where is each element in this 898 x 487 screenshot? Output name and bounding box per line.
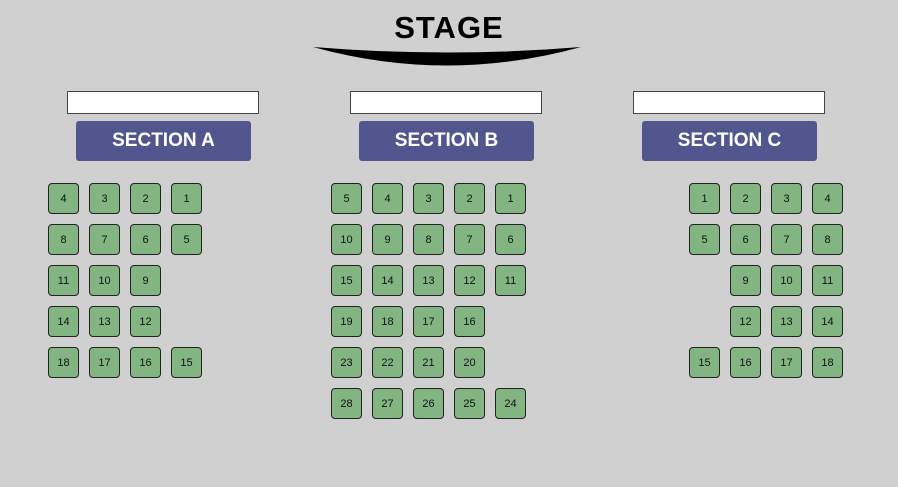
seat-a-18[interactable]: 18 xyxy=(48,347,79,378)
seat-b-5[interactable]: 5 xyxy=(331,183,362,214)
seat-b-28[interactable]: 28 xyxy=(331,388,362,419)
seat-b-21[interactable]: 21 xyxy=(413,347,444,378)
seat-a-17[interactable]: 17 xyxy=(89,347,120,378)
seat-b-22[interactable]: 22 xyxy=(372,347,403,378)
section-c-input[interactable] xyxy=(633,91,825,114)
seat-b-3[interactable]: 3 xyxy=(413,183,444,214)
seat-b-17[interactable]: 17 xyxy=(413,306,444,337)
seat-a-11[interactable]: 11 xyxy=(48,265,79,296)
seat-b-19[interactable]: 19 xyxy=(331,306,362,337)
seat-b-11[interactable]: 11 xyxy=(495,265,526,296)
stage-label: STAGE xyxy=(394,10,504,45)
seat-a-14[interactable]: 14 xyxy=(48,306,79,337)
seat-b-18[interactable]: 18 xyxy=(372,306,403,337)
seat-c-11[interactable]: 11 xyxy=(812,265,843,296)
seat-b-6[interactable]: 6 xyxy=(495,224,526,255)
seat-c-18[interactable]: 18 xyxy=(812,347,843,378)
seat-c-3[interactable]: 3 xyxy=(771,183,802,214)
section-a-input[interactable] xyxy=(67,91,259,114)
seat-a-8[interactable]: 8 xyxy=(48,224,79,255)
seat-b-20[interactable]: 20 xyxy=(454,347,485,378)
section-c-header: SECTION C xyxy=(642,121,817,161)
seat-c-13[interactable]: 13 xyxy=(771,306,802,337)
seat-b-12[interactable]: 12 xyxy=(454,265,485,296)
seat-b-8[interactable]: 8 xyxy=(413,224,444,255)
seat-b-27[interactable]: 27 xyxy=(372,388,403,419)
seat-b-1[interactable]: 1 xyxy=(495,183,526,214)
seat-c-16[interactable]: 16 xyxy=(730,347,761,378)
seat-a-12[interactable]: 12 xyxy=(130,306,161,337)
seat-a-3[interactable]: 3 xyxy=(89,183,120,214)
seat-c-7[interactable]: 7 xyxy=(771,224,802,255)
seat-b-16[interactable]: 16 xyxy=(454,306,485,337)
seat-c-6[interactable]: 6 xyxy=(730,224,761,255)
seat-b-24[interactable]: 24 xyxy=(495,388,526,419)
seat-c-12[interactable]: 12 xyxy=(730,306,761,337)
seat-b-15[interactable]: 15 xyxy=(331,265,362,296)
seat-b-4[interactable]: 4 xyxy=(372,183,403,214)
seat-a-9[interactable]: 9 xyxy=(130,265,161,296)
seat-c-9[interactable]: 9 xyxy=(730,265,761,296)
seat-a-13[interactable]: 13 xyxy=(89,306,120,337)
seat-b-2[interactable]: 2 xyxy=(454,183,485,214)
seat-a-7[interactable]: 7 xyxy=(89,224,120,255)
seat-c-10[interactable]: 10 xyxy=(771,265,802,296)
seat-c-17[interactable]: 17 xyxy=(771,347,802,378)
seat-a-4[interactable]: 4 xyxy=(48,183,79,214)
seat-a-16[interactable]: 16 xyxy=(130,347,161,378)
seat-c-1[interactable]: 1 xyxy=(689,183,720,214)
seat-b-10[interactable]: 10 xyxy=(331,224,362,255)
seat-b-23[interactable]: 23 xyxy=(331,347,362,378)
seat-b-7[interactable]: 7 xyxy=(454,224,485,255)
section-b-input[interactable] xyxy=(350,91,542,114)
seat-c-2[interactable]: 2 xyxy=(730,183,761,214)
seat-b-9[interactable]: 9 xyxy=(372,224,403,255)
seat-b-26[interactable]: 26 xyxy=(413,388,444,419)
seat-a-10[interactable]: 10 xyxy=(89,265,120,296)
stage-curve xyxy=(313,47,581,66)
seat-a-2[interactable]: 2 xyxy=(130,183,161,214)
seat-a-15[interactable]: 15 xyxy=(171,347,202,378)
seat-a-1[interactable]: 1 xyxy=(171,183,202,214)
seat-a-6[interactable]: 6 xyxy=(130,224,161,255)
seat-a-5[interactable]: 5 xyxy=(171,224,202,255)
seat-c-14[interactable]: 14 xyxy=(812,306,843,337)
seat-c-4[interactable]: 4 xyxy=(812,183,843,214)
section-a-header: SECTION A xyxy=(76,121,251,161)
section-b-header: SECTION B xyxy=(359,121,534,161)
seat-c-15[interactable]: 15 xyxy=(689,347,720,378)
seat-b-25[interactable]: 25 xyxy=(454,388,485,419)
seat-b-14[interactable]: 14 xyxy=(372,265,403,296)
seat-b-13[interactable]: 13 xyxy=(413,265,444,296)
seat-c-5[interactable]: 5 xyxy=(689,224,720,255)
seat-c-8[interactable]: 8 xyxy=(812,224,843,255)
